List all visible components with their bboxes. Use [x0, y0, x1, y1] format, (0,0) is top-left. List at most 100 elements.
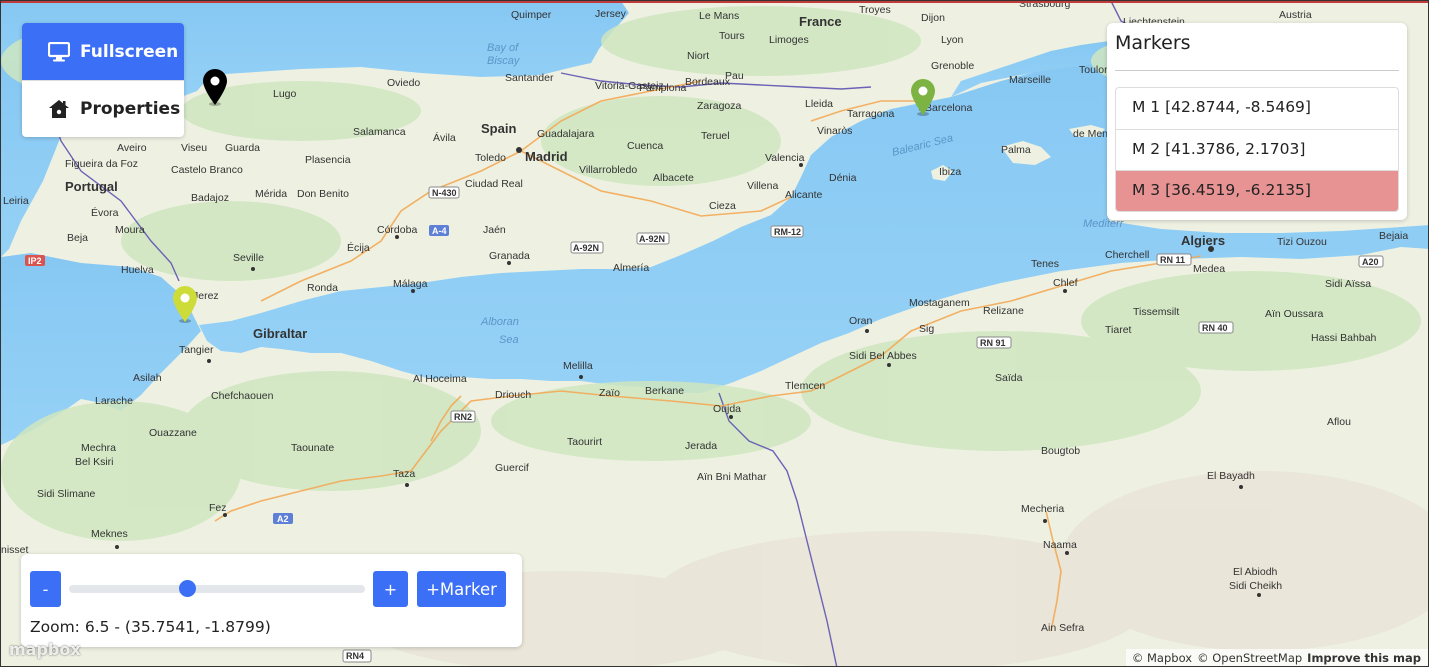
- svg-text:Relizane: Relizane: [983, 305, 1024, 317]
- label-spain: Spain: [481, 121, 516, 136]
- markers-title: Markers: [1115, 32, 1191, 54]
- svg-text:Meknes: Meknes: [91, 528, 128, 540]
- svg-text:Tlemcen: Tlemcen: [785, 380, 825, 392]
- marker-item-m2[interactable]: M 2 [41.3786, 2.1703]: [1116, 129, 1398, 170]
- svg-text:Écija: Écija: [347, 241, 370, 254]
- svg-text:Sidi Aïssa: Sidi Aïssa: [1325, 278, 1371, 290]
- svg-text:N-430: N-430: [432, 188, 457, 198]
- svg-text:Al Hoceima: Al Hoceima: [413, 373, 467, 385]
- properties-label: Properties: [80, 99, 181, 119]
- svg-text:Oviedo: Oviedo: [387, 77, 420, 89]
- svg-text:Berkane: Berkane: [645, 385, 684, 397]
- svg-text:Zaragoza: Zaragoza: [697, 100, 742, 112]
- svg-text:Niort: Niort: [687, 50, 709, 62]
- svg-text:El Bayadh: El Bayadh: [1207, 470, 1255, 482]
- svg-text:Strasbourg: Strasbourg: [1019, 1, 1071, 10]
- svg-text:Grenoble: Grenoble: [931, 60, 974, 72]
- label-alboran-sea: Alboran: [480, 316, 519, 328]
- svg-text:Tangier: Tangier: [179, 344, 214, 356]
- label-bay-of-biscay-2: Biscay: [487, 55, 521, 67]
- svg-text:Aveiro: Aveiro: [117, 142, 147, 154]
- svg-text:Tizi Ouzou: Tizi Ouzou: [1277, 236, 1327, 248]
- svg-text:Tiaret: Tiaret: [1105, 324, 1132, 336]
- svg-text:Bordeaux: Bordeaux: [685, 76, 731, 88]
- svg-text:Taourirt: Taourirt: [567, 436, 602, 448]
- svg-text:Limoges: Limoges: [769, 34, 809, 46]
- svg-text:Pau: Pau: [725, 70, 744, 82]
- svg-text:Seville: Seville: [233, 252, 264, 264]
- svg-text:Figueira da Foz: Figueira da Foz: [65, 158, 138, 170]
- label-madrid: Madrid: [525, 149, 568, 164]
- osm-attribution-link[interactable]: © OpenStreetMap: [1197, 651, 1302, 666]
- label-france: France: [799, 14, 842, 29]
- svg-text:Medea: Medea: [1193, 263, 1225, 275]
- map-frame[interactable]: France Spain Portugal Gibraltar Algiers …: [0, 0, 1429, 667]
- zoom-out-button[interactable]: -: [30, 571, 61, 607]
- label-gibraltar: Gibraltar: [253, 326, 307, 341]
- svg-text:Jerada: Jerada: [685, 440, 717, 452]
- svg-text:Ain Sefra: Ain Sefra: [1041, 622, 1084, 634]
- svg-text:Vinaròs: Vinaròs: [817, 125, 852, 137]
- mapbox-logo[interactable]: mapbox: [9, 640, 81, 659]
- svg-text:Toulon: Toulon: [1079, 64, 1110, 76]
- svg-text:Chlef: Chlef: [1053, 277, 1078, 289]
- svg-text:Cieza: Cieza: [709, 200, 736, 212]
- svg-text:Asilah: Asilah: [133, 372, 162, 384]
- marker-item-m3[interactable]: M 3 [36.4519, -6.2135]: [1116, 170, 1398, 211]
- svg-text:Jersey: Jersey: [595, 8, 627, 20]
- svg-text:RN 11: RN 11: [1160, 255, 1185, 265]
- improve-map-link[interactable]: Improve this map: [1307, 651, 1421, 666]
- svg-text:Ronda: Ronda: [307, 282, 338, 294]
- monitor-icon: [48, 41, 70, 61]
- svg-text:Naama: Naama: [1043, 539, 1077, 551]
- svg-text:Larache: Larache: [95, 395, 133, 407]
- svg-text:Le Mans: Le Mans: [699, 10, 739, 22]
- svg-text:Taza: Taza: [393, 468, 415, 480]
- svg-text:Tarragona: Tarragona: [847, 108, 894, 120]
- svg-text:Don Benito: Don Benito: [297, 188, 349, 200]
- svg-text:Moura: Moura: [115, 224, 145, 236]
- svg-text:Salamanca: Salamanca: [353, 126, 406, 138]
- zoom-slider-thumb[interactable]: [179, 580, 197, 597]
- house-icon: [49, 100, 69, 118]
- svg-text:RN 40: RN 40: [1202, 323, 1228, 333]
- add-marker-button[interactable]: +Marker: [417, 571, 506, 607]
- mapbox-attribution-link[interactable]: © Mapbox: [1132, 651, 1192, 666]
- svg-text:Guercif: Guercif: [495, 462, 529, 474]
- svg-text:Ouazzane: Ouazzane: [149, 427, 197, 439]
- svg-text:Ibiza: Ibiza: [939, 166, 961, 178]
- label-alboran-sea-2: Sea: [499, 334, 519, 346]
- svg-text:Melilla: Melilla: [563, 360, 593, 372]
- svg-text:Mecheria: Mecheria: [1021, 503, 1064, 515]
- svg-text:El Abiodh: El Abiodh: [1233, 566, 1278, 578]
- svg-text:Oujda: Oujda: [713, 403, 741, 415]
- zoom-in-button[interactable]: +: [373, 571, 408, 607]
- marker-pin-m1[interactable]: [200, 67, 230, 107]
- marker-pin-m3[interactable]: [170, 284, 200, 324]
- svg-text:Cherchell: Cherchell: [1105, 249, 1149, 261]
- svg-text:Leiria: Leiria: [3, 195, 29, 207]
- marker-item-m1[interactable]: M 1 [42.8744, -8.5469]: [1116, 88, 1398, 129]
- svg-text:Palma: Palma: [1001, 144, 1031, 156]
- svg-text:Quimper: Quimper: [511, 9, 552, 21]
- svg-text:A-4: A-4: [432, 226, 447, 236]
- svg-text:Ciudad Real: Ciudad Real: [465, 178, 523, 190]
- attribution: © Mapbox © OpenStreetMap Improve this ma…: [1125, 649, 1428, 666]
- svg-text:Saïda: Saïda: [995, 372, 1023, 384]
- zoom-slider-track[interactable]: [69, 585, 365, 593]
- marker-pin-m2[interactable]: [908, 77, 938, 117]
- zoom-status: Zoom: 6.5 - (35.7541, -1.8799): [30, 618, 271, 636]
- svg-text:Zaïo: Zaïo: [599, 387, 620, 399]
- svg-text:Évora: Évora: [91, 206, 119, 219]
- svg-text:RN4: RN4: [346, 651, 364, 661]
- fullscreen-button[interactable]: Fullscreen: [22, 23, 184, 80]
- label-portugal: Portugal: [65, 179, 118, 194]
- svg-text:Cuenca: Cuenca: [627, 140, 663, 152]
- svg-text:A2: A2: [277, 514, 289, 524]
- svg-text:Tours: Tours: [719, 30, 745, 42]
- svg-text:Plasencia: Plasencia: [305, 154, 351, 166]
- properties-button[interactable]: Properties: [22, 80, 184, 137]
- svg-text:Viseu: Viseu: [181, 142, 207, 154]
- svg-text:Troyes: Troyes: [859, 4, 891, 16]
- svg-text:Almería: Almería: [613, 262, 649, 274]
